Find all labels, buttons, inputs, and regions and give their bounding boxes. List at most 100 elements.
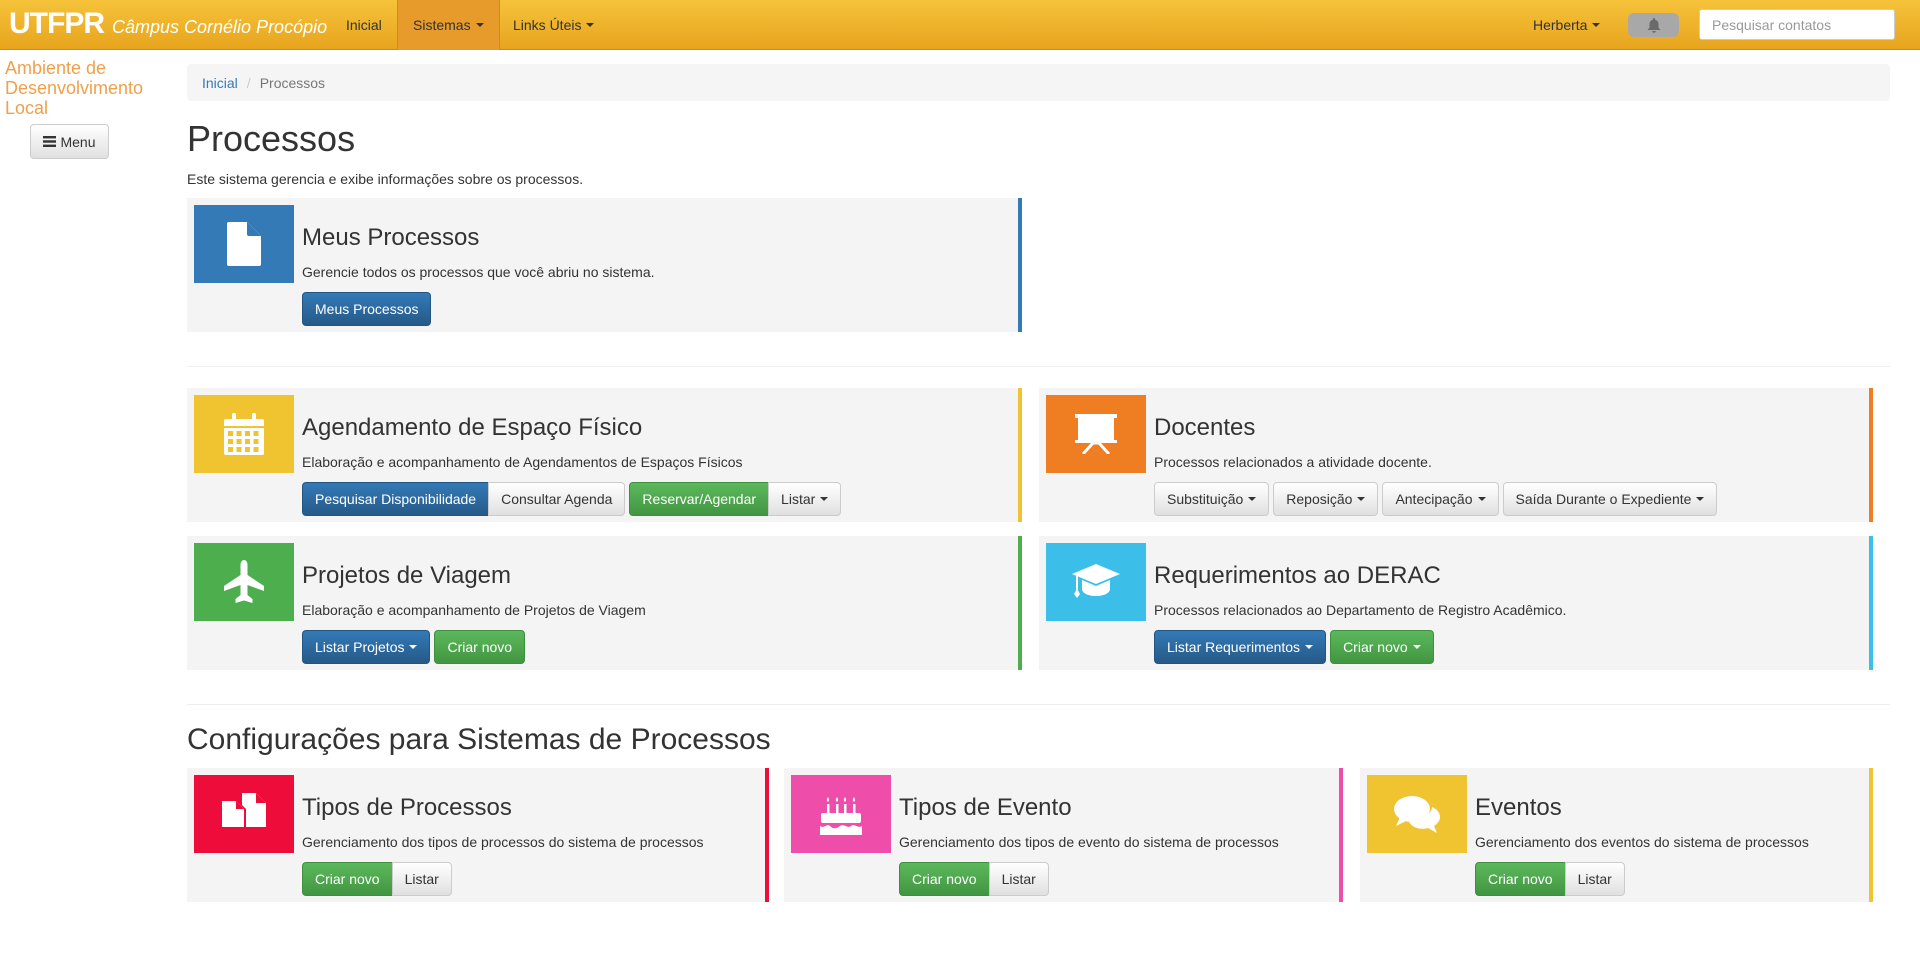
card-description: Elaboração e acompanhamento de Agendamen…	[302, 454, 743, 470]
agendamento-button-group-2: Reservar/Agendar Listar	[629, 482, 842, 516]
card-title: Meus Processos	[302, 224, 480, 251]
listar-requerimentos-dropdown-button[interactable]: Listar Requerimentos	[1154, 630, 1327, 664]
criar-novo-tipo-processo-button[interactable]: Criar novo	[302, 862, 393, 896]
listar-tipos-evento-button[interactable]: Listar	[988, 862, 1049, 896]
caret-down-icon	[1696, 497, 1705, 501]
antecipacao-dropdown-button[interactable]: Antecipação	[1382, 482, 1499, 516]
page-title: Processos	[187, 118, 356, 159]
hamburger-icon	[43, 136, 57, 147]
card-eventos: Eventos Gerenciamento dos eventos do sis…	[1360, 768, 1873, 902]
tipos-processos-button-group: Criar novo Listar	[302, 862, 452, 896]
caret-down-icon	[586, 23, 595, 27]
notifications-button[interactable]	[1628, 13, 1679, 37]
section-title: Configurações para Sistemas de Processos	[187, 723, 771, 756]
card-icon-box	[194, 543, 294, 621]
card-icon-box	[1367, 775, 1467, 853]
substituicao-dropdown-button[interactable]: Substituição	[1154, 482, 1270, 516]
caret-down-icon	[1357, 497, 1366, 501]
button-label: Listar	[781, 491, 816, 507]
criar-novo-projeto-button[interactable]: Criar novo	[434, 630, 526, 664]
caret-down-icon	[475, 23, 484, 27]
brand-logo: UTFPR	[9, 7, 105, 40]
section-divider	[187, 704, 1890, 705]
brand-campus: Câmpus Cornélio Procópio	[112, 16, 328, 37]
reservar-agendar-button[interactable]: Reservar/Agendar	[629, 482, 770, 516]
card-requerimentos-derac: Requerimentos ao DERAC Processos relacio…	[1039, 536, 1873, 670]
plane-icon	[224, 560, 264, 603]
button-label: Criar novo	[1343, 639, 1408, 655]
breadcrumb-current: Processos	[259, 74, 326, 91]
nav-item-links-uteis[interactable]: Links Úteis	[498, 0, 609, 50]
breadcrumb: Inicial / Processos	[187, 64, 1890, 101]
environment-title: Ambiente de Desenvolvimento Local	[5, 58, 144, 118]
calendar-icon	[224, 413, 264, 455]
card-icon-box	[194, 775, 294, 853]
nav-label: Sistemas	[413, 17, 471, 33]
card-tipos-processos: Tipos de Processos Gerenciamento dos tip…	[187, 768, 769, 902]
agendamento-button-group-1: Pesquisar Disponibilidade Consultar Agen…	[302, 482, 626, 516]
button-label: Listar Requerimentos	[1167, 639, 1301, 655]
card-agendamento: Agendamento de Espaço Físico Elaboração …	[187, 388, 1022, 522]
card-description: Gerenciamento dos tipos de evento do sis…	[899, 834, 1279, 850]
user-menu[interactable]: Herberta	[1518, 0, 1615, 50]
pesquisar-disponibilidade-button[interactable]: Pesquisar Disponibilidade	[302, 482, 490, 516]
nav-label: Inicial	[346, 17, 382, 33]
caret-down-icon	[1305, 645, 1314, 649]
card-title: Eventos	[1475, 794, 1562, 821]
card-icon-box	[194, 395, 294, 473]
caret-down-icon	[1248, 497, 1257, 501]
tipos-evento-button-group: Criar novo Listar	[899, 862, 1049, 896]
listar-projetos-dropdown-button[interactable]: Listar Projetos	[302, 630, 431, 664]
section-divider	[187, 366, 1890, 367]
card-title: Projetos de Viagem	[302, 562, 512, 589]
user-name: Herberta	[1533, 17, 1588, 33]
listar-dropdown-button[interactable]: Listar	[768, 482, 842, 516]
saida-expediente-dropdown-button[interactable]: Saída Durante o Expediente	[1502, 482, 1718, 516]
card-meus-processos: Meus Processos Gerencie todos os process…	[187, 198, 1022, 332]
caret-down-icon	[820, 497, 829, 501]
page-description: Este sistema gerencia e exibe informaçõe…	[187, 171, 584, 187]
presentation-icon	[1075, 414, 1117, 454]
card-title: Docentes	[1154, 414, 1256, 441]
card-tipos-evento: Tipos de Evento Gerenciamento dos tipos …	[784, 768, 1343, 902]
consultar-agenda-button[interactable]: Consultar Agenda	[488, 482, 626, 516]
reposicao-dropdown-button[interactable]: Reposição	[1273, 482, 1379, 516]
card-description: Processos relacionados ao Departamento d…	[1154, 602, 1567, 618]
button-label: Substituição	[1167, 491, 1244, 507]
card-title: Requerimentos ao DERAC	[1154, 562, 1441, 589]
criar-novo-tipo-evento-button[interactable]: Criar novo	[899, 862, 990, 896]
brand[interactable]: UTFPR Câmpus Cornélio Procópio	[9, 6, 327, 42]
nav-label: Links Úteis	[513, 17, 582, 33]
search-contacts-input[interactable]	[1699, 9, 1895, 40]
nav-item-inicial[interactable]: Inicial	[331, 0, 397, 50]
card-icon-box	[1046, 543, 1146, 621]
caret-down-icon	[1592, 23, 1601, 27]
breadcrumb-home[interactable]: Inicial	[202, 75, 238, 91]
files-icon	[222, 793, 266, 827]
nav-item-sistemas[interactable]: Sistemas	[397, 0, 500, 50]
caret-down-icon	[1412, 645, 1421, 649]
breadcrumb-separator: /	[246, 74, 251, 91]
button-label: Saída Durante o Expediente	[1515, 491, 1692, 507]
button-label: Reposição	[1286, 491, 1353, 507]
meus-processos-button[interactable]: Meus Processos	[302, 292, 432, 326]
criar-novo-requerimento-dropdown-button[interactable]: Criar novo	[1330, 630, 1434, 664]
button-label: Listar Projetos	[315, 639, 405, 655]
bell-icon	[1647, 17, 1660, 33]
card-description: Gerenciamento dos tipos de processos do …	[302, 834, 704, 850]
card-title: Tipos de Processos	[302, 794, 512, 821]
listar-tipos-processo-button[interactable]: Listar	[391, 862, 452, 896]
card-title: Tipos de Evento	[899, 794, 1072, 821]
cake-icon	[820, 797, 862, 835]
card-projetos-viagem: Projetos de Viagem Elaboração e acompanh…	[187, 536, 1022, 670]
card-icon-box	[1046, 395, 1146, 473]
eventos-button-group: Criar novo Listar	[1475, 862, 1625, 896]
criar-novo-evento-button[interactable]: Criar novo	[1475, 862, 1566, 896]
card-description: Gerencie todos os processos que você abr…	[302, 264, 655, 280]
menu-button[interactable]: Menu	[30, 124, 109, 159]
card-description: Processos relacionados a atividade docen…	[1154, 454, 1432, 470]
comments-icon	[1394, 796, 1440, 833]
top-navbar: UTFPR Câmpus Cornélio Procópio Inicial S…	[0, 0, 1920, 50]
menu-label: Menu	[60, 133, 96, 150]
listar-eventos-button[interactable]: Listar	[1564, 862, 1625, 896]
